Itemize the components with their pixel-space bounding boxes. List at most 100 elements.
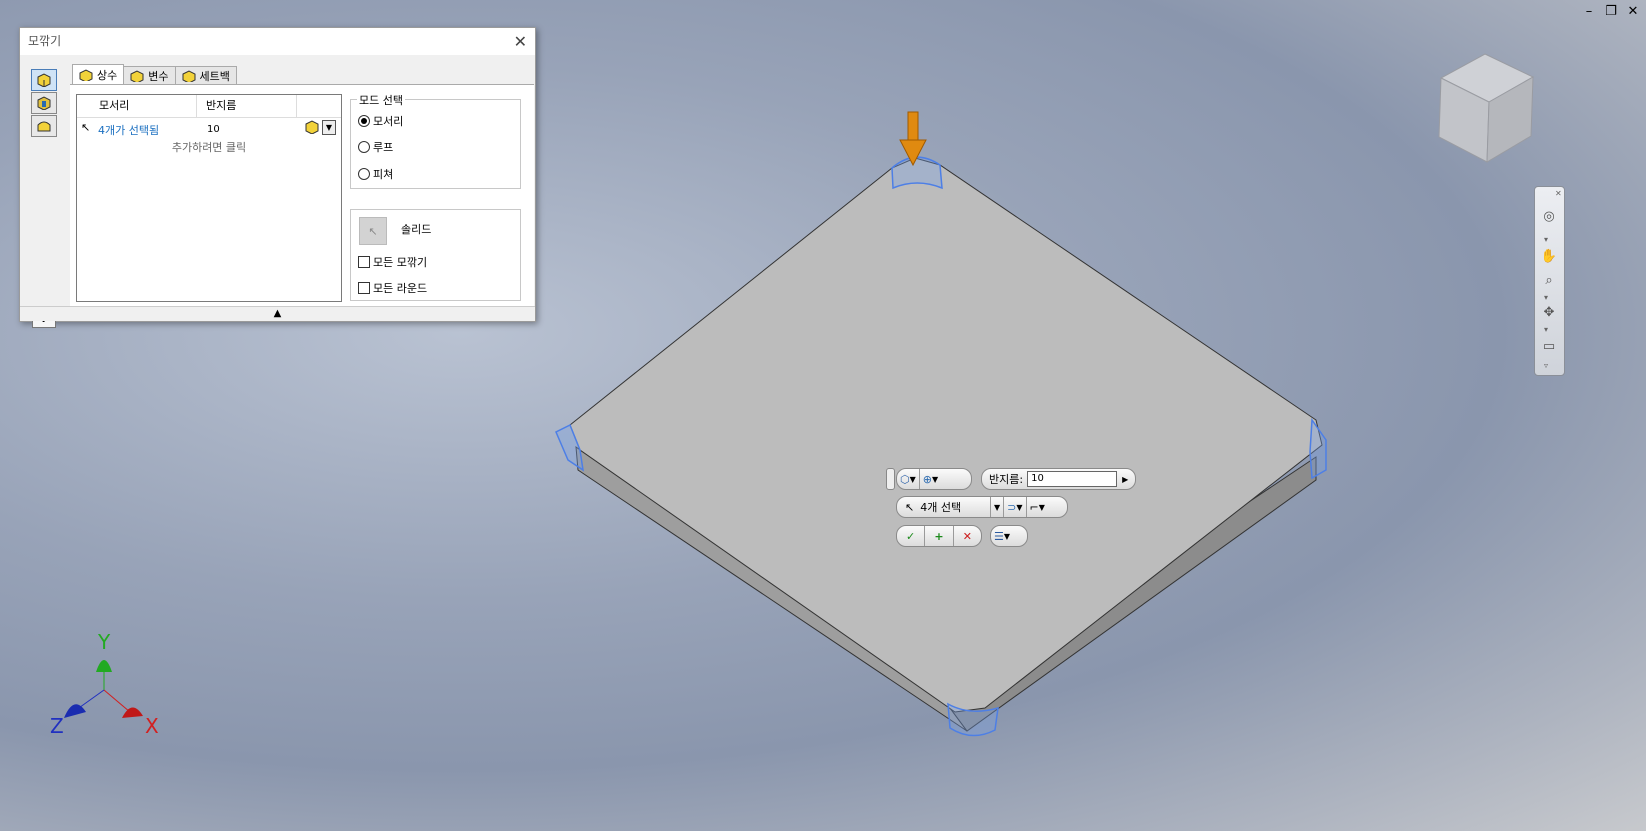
- cursor-icon: ↖: [81, 121, 91, 134]
- add-icon: ⊕: [922, 472, 932, 486]
- tab-label: 세트백: [199, 70, 230, 83]
- row-dropdown-button[interactable]: ▼: [322, 120, 336, 135]
- full-round-fillet-button[interactable]: [31, 115, 57, 137]
- tab-setback[interactable]: 세트백: [174, 66, 237, 85]
- dialog-title-bar[interactable]: 모깎기 ✕: [20, 28, 535, 55]
- cursor-icon: ↖: [905, 500, 915, 514]
- dialog-close-button[interactable]: ✕: [514, 28, 527, 55]
- tab-label: 변수: [148, 70, 169, 83]
- add-row-hint[interactable]: 추가하려면 클릭: [77, 139, 341, 155]
- dropdown-icon: ▼: [994, 502, 1001, 512]
- selection-dropdown[interactable]: ▼: [990, 497, 1003, 517]
- face-fillet-icon: [37, 96, 51, 110]
- radio-loop[interactable]: [358, 141, 370, 153]
- dropdown-icon: ▼: [909, 474, 916, 484]
- mini-toolbar-actions: ✓ + ✕: [896, 525, 982, 547]
- edge-fillet-icon: [37, 73, 51, 87]
- radius-input[interactable]: 10: [1027, 471, 1118, 487]
- coordinate-triad: [64, 660, 143, 718]
- plus-icon: +: [934, 529, 944, 543]
- dropdown-icon: ▼: [1003, 531, 1011, 541]
- options-dropdown[interactable]: ☰ ▼: [991, 526, 1013, 546]
- mini-toolbar-options: ☰ ▼: [990, 525, 1028, 547]
- radio-label: 모서리: [373, 115, 404, 128]
- cancel-button[interactable]: ✕: [952, 526, 981, 546]
- expand-dialog-button[interactable]: ▲: [20, 306, 535, 321]
- edge-fillet-icon[interactable]: [304, 120, 320, 134]
- mini-toolbar-grip[interactable]: [886, 468, 895, 490]
- all-rounds-option[interactable]: 모든 라운드: [358, 280, 427, 296]
- dialog-title: 모깎기: [28, 34, 62, 48]
- all-rounds-checkbox[interactable]: [358, 282, 370, 294]
- zoom-icon[interactable]: ⌕: [1540, 273, 1558, 288]
- navbar-close-icon[interactable]: ✕: [1555, 189, 1562, 198]
- axis-y-label: Y: [98, 630, 111, 654]
- edge-mode-dropdown[interactable]: ⊃ ▼: [1003, 497, 1025, 517]
- tab-constant[interactable]: 상수: [72, 64, 125, 85]
- edge-radius-grid[interactable]: 모서리 반지름 ↖ 4개가 선택됨 10 ▼ 추가하려면 클릭: [76, 94, 342, 302]
- grid-header: 모서리 반지름: [77, 95, 341, 118]
- mode-option-feature[interactable]: 피쳐: [358, 166, 393, 182]
- apply-arrow-icon[interactable]: ▶: [1122, 475, 1128, 484]
- apply-button[interactable]: +: [924, 526, 952, 546]
- edge-selection-cell[interactable]: 4개가 선택됨: [98, 122, 159, 138]
- row-buttons: ▼: [304, 120, 336, 135]
- pan-icon[interactable]: ✋: [1540, 249, 1558, 264]
- chevron-down-icon[interactable]: ▾: [1544, 293, 1548, 302]
- cancel-icon: ✕: [962, 529, 972, 543]
- mini-toolbar-radius: 반지름: 10 ▶: [981, 468, 1136, 490]
- column-header-edge: 모서리: [93, 95, 197, 117]
- constant-icon: [79, 69, 93, 81]
- fillet-dialog: 모깎기 ✕ ? 상수 변수 세트백 모서리 반: [19, 27, 536, 328]
- edge-select-icon: ⌐: [1029, 500, 1039, 514]
- navigation-bar: ✕ ◎ ▾ ✋ ⌕ ▾ ✥ ▾ ▭ ▿: [1534, 186, 1565, 376]
- setback-icon: [182, 70, 195, 82]
- axis-x-label: X: [145, 714, 159, 738]
- edge-icon: ⊃: [1007, 500, 1017, 514]
- add-fillet-dropdown[interactable]: ⊕ ▼: [918, 469, 941, 489]
- mode-option-loop[interactable]: 루프: [358, 139, 393, 155]
- cursor-icon: ↖: [368, 224, 378, 238]
- orbit-icon[interactable]: ✥: [1540, 305, 1558, 320]
- solid-select-button[interactable]: ↖: [359, 217, 387, 245]
- plate-top-face: [569, 157, 1323, 713]
- radio-label: 피쳐: [373, 168, 394, 181]
- all-fillets-option[interactable]: 모든 모깎기: [358, 254, 427, 270]
- ok-button[interactable]: ✓: [897, 526, 924, 546]
- list-icon: ☰: [994, 529, 1004, 543]
- mode-select-group: 모드 선택 모서리 루프 피쳐: [350, 92, 521, 189]
- radius-label: 반지름:: [989, 473, 1024, 486]
- mode-option-edge[interactable]: 모서리: [358, 113, 403, 129]
- dropdown-icon: ▼: [931, 474, 939, 484]
- all-fillets-checkbox[interactable]: [358, 256, 370, 268]
- look-icon[interactable]: ▭: [1540, 339, 1558, 354]
- edge-fillet-button[interactable]: [31, 69, 57, 91]
- face-fillet-button[interactable]: [31, 92, 57, 114]
- selected-edge-top: [891, 156, 943, 190]
- chevron-down-icon[interactable]: ▾: [1544, 235, 1548, 244]
- fillet-type-dropdown[interactable]: ⬡ ▼: [897, 469, 919, 489]
- fillet-type-strip: ?: [20, 56, 68, 328]
- column-header-radius: 반지름: [200, 95, 297, 117]
- selection-label: 4개 선택: [920, 501, 962, 514]
- tab-panel: 모서리 반지름 ↖ 4개가 선택됨 10 ▼ 추가하려면 클릭 모드 선택 모서…: [70, 84, 534, 307]
- checkbox-label: 모든 라운드: [373, 282, 428, 295]
- axis-z-label: Z: [50, 714, 64, 738]
- variable-icon: [130, 70, 144, 82]
- customize-icon[interactable]: ▿: [1544, 361, 1548, 370]
- checkbox-label: 모든 모깎기: [373, 256, 428, 269]
- selection-button[interactable]: ↖ 4개 선택: [897, 497, 990, 517]
- steering-wheel-icon[interactable]: ◎: [1540, 209, 1558, 224]
- radio-edge[interactable]: [358, 115, 370, 127]
- full-round-icon: [37, 121, 51, 132]
- edge-option-dropdown[interactable]: ⌐ ▼: [1025, 497, 1048, 517]
- solid-label: 솔리드: [401, 223, 432, 236]
- tab-variable[interactable]: 변수: [123, 66, 176, 85]
- radius-cell[interactable]: 10: [207, 124, 220, 135]
- cube-icon: ⬡: [900, 472, 910, 486]
- mode-select-title: 모드 선택: [357, 92, 405, 108]
- mini-toolbar-type: ⬡ ▼ ⊕ ▼: [896, 468, 972, 490]
- radio-feature[interactable]: [358, 168, 370, 180]
- dialog-tabs: 상수 변수 세트백: [72, 64, 237, 85]
- chevron-down-icon[interactable]: ▾: [1544, 325, 1548, 334]
